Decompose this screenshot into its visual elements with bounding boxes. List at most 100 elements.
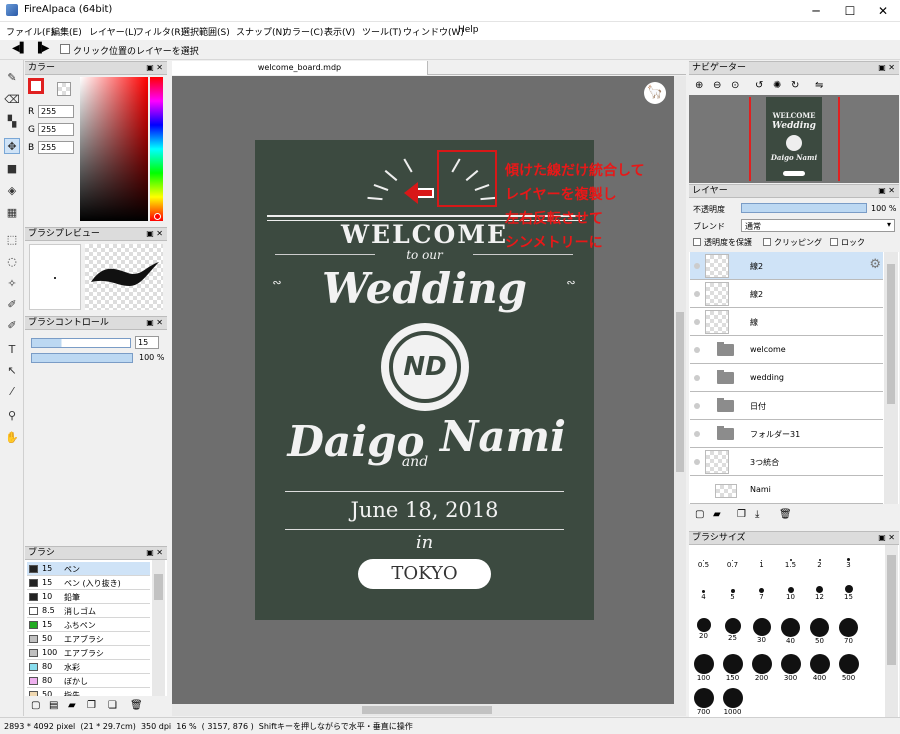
brush-size-preset[interactable]: 0.5 — [690, 550, 717, 569]
brush-size-preset[interactable]: 15 — [835, 580, 862, 601]
panel-float-close-icon[interactable]: ▣ ✕ — [146, 228, 163, 240]
menu-select[interactable]: 選択範囲(S) — [181, 25, 230, 38]
canvas-vertical-scrollbar[interactable] — [674, 76, 686, 704]
panel-float-close-icon[interactable]: ▣ ✕ — [878, 532, 895, 544]
panel-float-close-icon[interactable]: ▣ ✕ — [878, 62, 895, 74]
brush-size-slider[interactable] — [31, 338, 131, 348]
folder-icon[interactable]: ▰ — [68, 700, 76, 711]
navigator-preview[interactable]: WELCOME Wedding Daigo Nami — [689, 95, 899, 183]
layer-row[interactable]: welcome — [690, 336, 883, 364]
menu-edit[interactable]: 編集(E) — [51, 25, 82, 38]
pen-tool-icon[interactable]: ✎ — [4, 70, 20, 86]
panel-right-icon[interactable]: ▐▶ — [34, 43, 49, 54]
brush-size-preset[interactable]: 3 — [835, 550, 862, 569]
b-input[interactable] — [38, 141, 74, 154]
menu-window[interactable]: ウィンドウ(W) — [403, 25, 464, 38]
layer-row[interactable]: Nami — [690, 476, 883, 504]
brush-size-preset[interactable]: 150 — [719, 654, 746, 682]
panel-float-close-icon[interactable]: ▣ ✕ — [146, 62, 163, 74]
hue-slider[interactable] — [150, 77, 163, 221]
brush-list-scrollbar[interactable] — [152, 560, 165, 696]
panel-float-close-icon[interactable]: ▣ ✕ — [146, 317, 163, 329]
duplicate-layer-icon[interactable]: ❐ — [737, 509, 746, 520]
brush-item[interactable]: 50 指先 — [27, 688, 150, 696]
move-tool-icon[interactable]: ✥ — [4, 138, 20, 154]
text-tool-icon[interactable]: T — [4, 342, 20, 358]
brush-size-preset[interactable]: 0.7 — [719, 550, 746, 569]
brush-size-input[interactable] — [135, 336, 159, 349]
brush-size-preset[interactable]: 50 — [806, 618, 833, 645]
brush-size-preset[interactable]: 1.5 — [777, 550, 804, 569]
lock-checkbox[interactable] — [830, 238, 838, 246]
menu-filter[interactable]: フィルタ(R) — [135, 25, 184, 38]
brush-item[interactable]: 80 水彩 — [27, 660, 150, 674]
menu-layer[interactable]: レイヤー(L) — [89, 25, 137, 38]
panel-float-close-icon[interactable]: ▣ ✕ — [878, 185, 895, 197]
gear-icon[interactable]: ⚙ — [869, 257, 881, 272]
brush-size-scrollbar[interactable] — [885, 545, 898, 717]
copy-brush-icon[interactable]: ❐ — [87, 700, 96, 711]
alpaca-icon[interactable]: 🦙 — [644, 82, 666, 104]
maximize-button[interactable]: ☐ — [833, 0, 867, 22]
brush-size-preset[interactable]: 500 — [835, 654, 862, 682]
brush-size-preset[interactable]: 1000 — [719, 688, 746, 716]
layer-row[interactable]: 3つ統合 — [690, 448, 883, 476]
zoom-fit-icon[interactable]: ⊙ — [731, 80, 739, 91]
brush-item[interactable]: 50 エアブラシ — [27, 632, 150, 646]
brush-item[interactable]: 15 ふちペン — [27, 618, 150, 632]
saturation-value-picker[interactable] — [80, 77, 148, 221]
select-pen-tool-icon[interactable]: ✐ — [4, 297, 20, 313]
brush-item[interactable]: 80 ぼかし — [27, 674, 150, 688]
paste-brush-icon[interactable]: ❏ — [108, 700, 117, 711]
eyedropper-tool-icon[interactable]: ⚲ — [4, 408, 20, 424]
hand-tool-icon[interactable]: ✋ — [4, 430, 20, 446]
trash-icon[interactable]: 🗑 — [779, 509, 792, 520]
brush-size-preset[interactable]: 100 — [690, 654, 717, 682]
new-brush-icon[interactable]: ▢ — [31, 700, 40, 711]
brush-size-preset[interactable]: 70 — [835, 618, 862, 645]
layer-row[interactable]: 線2 ⚙ — [690, 252, 883, 280]
brush-size-preset[interactable]: 1 — [748, 550, 775, 569]
select-layer-checkbox[interactable] — [60, 44, 70, 54]
hue-handle[interactable] — [154, 213, 161, 220]
brush-item[interactable]: 100 エアブラシ — [27, 646, 150, 660]
layer-row[interactable]: フォルダー31 — [690, 420, 883, 448]
lasso-tool-icon[interactable]: ◌ — [4, 254, 20, 270]
brush-size-preset[interactable]: 20 — [690, 618, 717, 640]
layer-row[interactable]: 線 — [690, 308, 883, 336]
layer-row[interactable]: 線2 — [690, 280, 883, 308]
select-eraser-tool-icon[interactable]: ✐ — [4, 318, 20, 334]
panel-left-icon[interactable]: ◀▌ — [12, 43, 27, 54]
zoom-out-icon[interactable]: ⊖ — [713, 80, 721, 91]
new-folder-icon[interactable]: ▰ — [713, 509, 721, 520]
rotate-right-icon[interactable]: ↻ — [791, 80, 799, 91]
duplicate-brush-icon[interactable]: ▤ — [49, 700, 58, 711]
canvas-horizontal-scrollbar[interactable] — [172, 704, 686, 716]
transparent-color-swatch[interactable] — [57, 82, 71, 96]
brush-size-preset[interactable]: 30 — [748, 618, 775, 644]
operation-tool-icon[interactable]: ↖ — [4, 363, 20, 379]
layer-list-scrollbar[interactable] — [884, 252, 898, 504]
clipping-checkbox[interactable] — [763, 238, 771, 246]
brush-size-preset[interactable]: 5 — [719, 580, 746, 601]
document-tab[interactable]: welcome_board.mdp — [172, 61, 428, 75]
menu-file[interactable]: ファイル(F) — [6, 25, 54, 38]
brush-size-preset[interactable]: 10 — [777, 580, 804, 601]
magic-wand-tool-icon[interactable]: ✧ — [4, 276, 20, 292]
brush-size-preset[interactable]: 40 — [777, 618, 804, 645]
protect-alpha-checkbox[interactable] — [693, 238, 701, 246]
brush-size-preset[interactable]: 2 — [806, 550, 833, 569]
brush-size-preset[interactable]: 400 — [806, 654, 833, 682]
menu-tool[interactable]: ツール(T) — [362, 25, 402, 38]
close-button[interactable]: ✕ — [866, 0, 900, 22]
primary-color-swatch[interactable] — [28, 78, 44, 94]
gradient-tool-icon[interactable]: ▦ — [4, 205, 20, 221]
brush-size-preset[interactable]: 7 — [748, 580, 775, 601]
dot-tool-icon[interactable]: ▚ — [4, 114, 20, 130]
brush-size-preset[interactable]: 4 — [690, 580, 717, 601]
panel-float-close-icon[interactable]: ▣ ✕ — [146, 547, 163, 559]
new-layer-icon[interactable]: ▢ — [695, 509, 704, 520]
menu-view[interactable]: 表示(V) — [324, 25, 355, 38]
rotate-reset-icon[interactable]: ✺ — [773, 80, 781, 91]
brush-size-preset[interactable]: 12 — [806, 580, 833, 601]
